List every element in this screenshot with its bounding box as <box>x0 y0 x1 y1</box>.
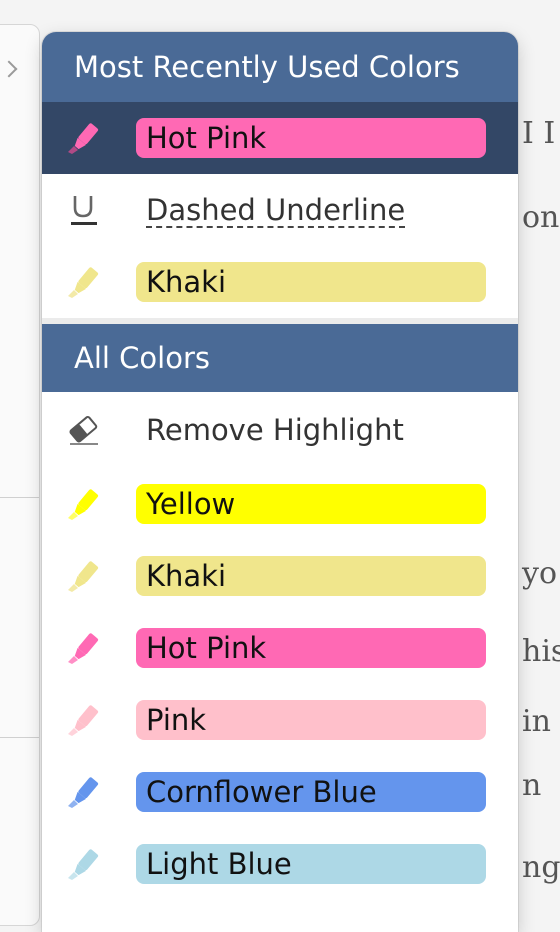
color-label: Cornflower Blue <box>136 772 486 812</box>
menu-item-recent-khaki[interactable]: Khaki <box>42 246 518 318</box>
panel-divider <box>0 737 39 738</box>
panel-divider <box>0 497 39 498</box>
underline-icon <box>71 196 97 225</box>
menu-item-remove-highlight[interactable]: Remove Highlight <box>42 394 518 466</box>
underline-style-label: Dashed Underline <box>146 193 406 227</box>
menu-item-light-blue[interactable]: Light Blue <box>42 828 518 900</box>
highlighter-icon <box>68 849 99 880</box>
color-label: Hot Pink <box>136 118 486 158</box>
doc-text-fragment: in <box>522 704 551 739</box>
color-label: Khaki <box>136 262 486 302</box>
eraser-icon <box>69 415 98 445</box>
menu-item-hot-pink[interactable]: Hot Pink <box>42 612 518 684</box>
menu-item-recent-dashed-underline[interactable]: Dashed Underline <box>42 174 518 246</box>
highlighter-icon <box>68 123 99 154</box>
color-label: Light Blue <box>136 844 486 884</box>
menu-item-recent-hot-pink[interactable]: Hot Pink <box>42 102 518 174</box>
recent-colors-header: Most Recently Used Colors <box>42 32 518 102</box>
menu-item-pink[interactable]: Pink <box>42 684 518 756</box>
doc-text-fragment: ng <box>522 850 560 885</box>
menu-item-khaki[interactable]: Khaki <box>42 540 518 612</box>
all-colors-header: All Colors <box>42 324 518 392</box>
side-panel <box>0 24 40 926</box>
highlighter-icon <box>68 561 99 592</box>
color-label: Hot Pink <box>136 628 486 668</box>
color-label: Khaki <box>136 556 486 596</box>
chevron-right-icon[interactable] <box>0 60 18 78</box>
doc-text-fragment: I I <box>522 116 556 151</box>
highlighter-icon <box>68 489 99 520</box>
color-label: Yellow <box>136 484 486 524</box>
highlight-color-menu: Most Recently Used Colors Hot Pink Dashe… <box>42 32 518 932</box>
remove-highlight-label: Remove Highlight <box>146 413 404 447</box>
menu-item-cornflower-blue[interactable]: Cornflower Blue <box>42 756 518 828</box>
highlighter-icon <box>68 267 99 298</box>
doc-text-fragment: his <box>522 634 560 669</box>
doc-text-fragment: n <box>522 768 542 803</box>
highlighter-icon <box>68 705 99 736</box>
menu-item-yellow[interactable]: Yellow <box>42 468 518 540</box>
doc-text-fragment: on <box>522 200 560 235</box>
highlighter-icon <box>68 777 99 808</box>
highlighter-icon <box>68 633 99 664</box>
doc-text-fragment: yo <box>522 556 558 591</box>
color-label: Pink <box>136 700 486 740</box>
